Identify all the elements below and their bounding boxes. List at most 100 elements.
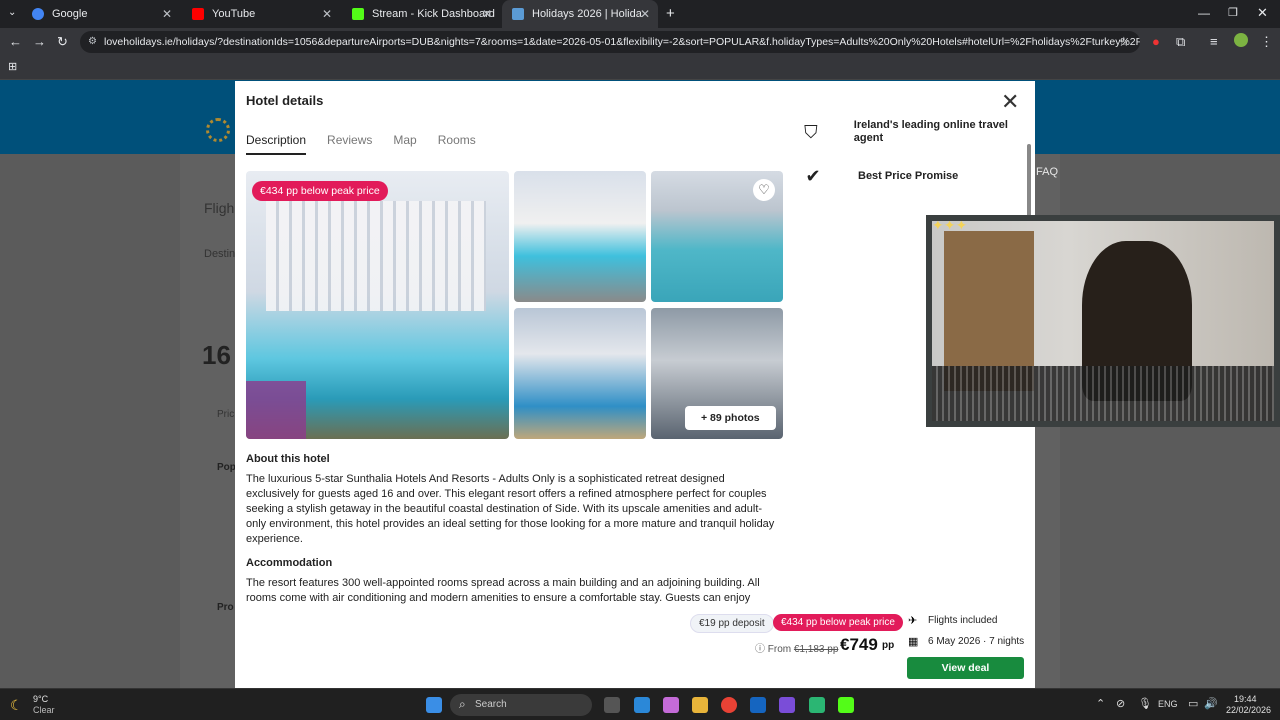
url-field[interactable]: ⚙ loveholidays.ie/holidays/?destinationI… (80, 31, 1140, 53)
moon-weather-icon: ☾ (10, 697, 23, 713)
network-icon[interactable]: ▭ (1188, 697, 1198, 710)
bg-popular-label: Pop (217, 462, 236, 473)
google-icon (32, 8, 44, 20)
discord-icon[interactable] (779, 697, 795, 713)
more-photos-button[interactable]: + 89 photos (685, 406, 776, 430)
taskbar-search[interactable]: ⌕ Search (450, 694, 592, 716)
extension-icon[interactable]: ● (1152, 34, 1160, 49)
flights-included: Flights included (928, 615, 998, 626)
webcam-blanket (932, 366, 1274, 421)
bg-flights-tab: Fligh (204, 200, 235, 216)
close-tab-icon[interactable]: ✕ (322, 7, 332, 21)
taskbar: ☾ 9°C Clear ⌕ Search ⌃ ⊘ 🎙 ENG ▭ 🔊 19:44… (0, 688, 1280, 720)
bookmark-star-icon[interactable]: ☆ (1118, 34, 1130, 50)
about-text: The luxurious 5-star Sunthalia Hotels An… (246, 473, 775, 545)
task-view-icon[interactable] (604, 697, 620, 713)
tab-reviews[interactable]: Reviews (327, 133, 372, 155)
close-icon[interactable]: ✕ (1001, 89, 1019, 115)
shield-icon: ⛉ (804, 121, 818, 142)
indoor-pool-photo[interactable]: + 89 photos (651, 308, 783, 439)
hotel-facade (266, 201, 486, 311)
tab-map[interactable]: Map (393, 133, 416, 155)
tab-kick[interactable]: Stream - Kick Dashboard ✕ (342, 0, 500, 28)
hotel-description: About this hotel The luxurious 5-star Su… (246, 453, 776, 616)
flowers-decor (246, 381, 306, 439)
search-label: Search (475, 699, 507, 710)
old-price: €1,183 pp (793, 644, 839, 655)
media-control-icon[interactable]: ≡ (1210, 34, 1218, 49)
tray-chevron-icon[interactable]: ⌃ (1096, 697, 1105, 710)
search-icon: ⌕ (459, 697, 466, 711)
close-tab-icon[interactable]: ✕ (482, 7, 492, 21)
tab-youtube[interactable]: YouTube ✕ (182, 0, 340, 28)
browser-tab-bar: ⌄ Google ✕ YouTube ✕ Stream - Kick Dashb… (0, 0, 1280, 28)
clock-time[interactable]: 19:44 (1234, 694, 1257, 704)
restore-icon[interactable]: ❐ (1228, 6, 1238, 19)
star-decor-icon: ✦✦✦ (932, 217, 968, 233)
profile-avatar[interactable] (1234, 33, 1248, 47)
promo-text: Best Price Promise (858, 169, 959, 182)
view-deal-button[interactable]: View deal (907, 657, 1024, 679)
deposit-chip: €19 pp deposit (690, 614, 774, 633)
tray-icon[interactable]: ⊘ (1116, 697, 1125, 710)
tab-label: Google (52, 8, 88, 20)
edge-icon[interactable] (634, 697, 650, 713)
photo-gallery: €434 pp below peak price ♡ + 89 photos (246, 171, 784, 439)
pool-photo-2[interactable]: ♡ (651, 171, 783, 302)
app-icon[interactable] (809, 697, 825, 713)
back-icon[interactable]: ← (9, 34, 22, 49)
pool-photo-1[interactable] (514, 171, 646, 302)
close-tab-icon[interactable]: ✕ (162, 7, 172, 21)
pool-photo-3[interactable] (514, 308, 646, 439)
window-close-icon[interactable]: ✕ (1257, 5, 1268, 21)
bg-faq-link: FAQ (1036, 166, 1059, 178)
promo-price-promise: ✔ Best Price Promise (798, 163, 1014, 189)
copilot-icon[interactable] (663, 697, 679, 713)
trust-panel: ⛉ Ireland's leading online travel agent … (798, 119, 1014, 207)
reload-icon[interactable]: ↻ (57, 34, 68, 50)
deal-price: €749 (840, 635, 878, 654)
tab-holidays[interactable]: Holidays 2026 | Holiday Search ✕ (502, 0, 658, 28)
tab-label: Stream - Kick Dashboard (372, 8, 495, 20)
microphone-icon[interactable]: 🎙 (1138, 697, 1152, 710)
hotel-details-modal: Hotel details ✕ Description Reviews Map … (235, 81, 1035, 688)
clock-date[interactable]: 22/02/2026 (1226, 705, 1271, 715)
new-tab-icon[interactable]: + (666, 5, 675, 22)
below-peak-chip: €434 pp below peak price (773, 614, 903, 631)
kick-icon (352, 8, 364, 20)
tab-google[interactable]: Google ✕ (22, 0, 180, 28)
promo-leading-agent: ⛉ Ireland's leading online travel agent (798, 119, 1014, 145)
minimize-icon[interactable]: — (1198, 6, 1210, 20)
weather-temp: 9°C (33, 694, 49, 704)
extensions-puzzle-icon[interactable]: ⧉ (1176, 34, 1185, 50)
deal-footer: €19 pp deposit €434 pp below peak price … (685, 614, 1030, 684)
close-tab-icon[interactable]: ✕ (640, 7, 650, 21)
chrome-icon[interactable] (721, 697, 737, 713)
main-hotel-photo[interactable]: €434 pp below peak price (246, 171, 509, 439)
webcam-overlay: ✦✦✦ (926, 215, 1280, 427)
about-heading: About this hotel (246, 453, 330, 465)
windows-start-icon[interactable] (426, 697, 442, 713)
url-text: loveholidays.ie/holidays/?destinationIds… (104, 36, 1140, 48)
check-icon: ✔ (805, 165, 821, 186)
tab-description[interactable]: Description (246, 133, 307, 155)
accommodation-heading: Accommodation (246, 557, 333, 569)
apps-grid-icon[interactable]: ⊞ (8, 60, 17, 73)
chrome-menu-icon[interactable]: ⋮ (1260, 34, 1273, 50)
price-unit: pp (882, 640, 895, 651)
youtube-icon (192, 8, 204, 20)
language-indicator[interactable]: ENG (1158, 699, 1178, 709)
tab-rooms[interactable]: Rooms (438, 133, 476, 155)
kick-app-icon[interactable] (838, 697, 854, 713)
loveholidays-icon (512, 8, 524, 20)
site-info-icon[interactable]: ⚙ (88, 31, 97, 53)
info-icon[interactable]: ⓘ (755, 644, 768, 655)
file-explorer-icon[interactable] (692, 697, 708, 713)
weather-desc: Clear (33, 705, 55, 715)
forward-icon[interactable]: → (33, 34, 46, 49)
volume-icon[interactable]: 🔊 (1204, 697, 1218, 710)
store-icon[interactable] (750, 697, 766, 713)
favourite-heart-icon[interactable]: ♡ (753, 179, 775, 201)
tab-search-icon[interactable]: ⌄ (8, 7, 16, 18)
bookmarks-bar: ⊞ (0, 56, 1280, 80)
